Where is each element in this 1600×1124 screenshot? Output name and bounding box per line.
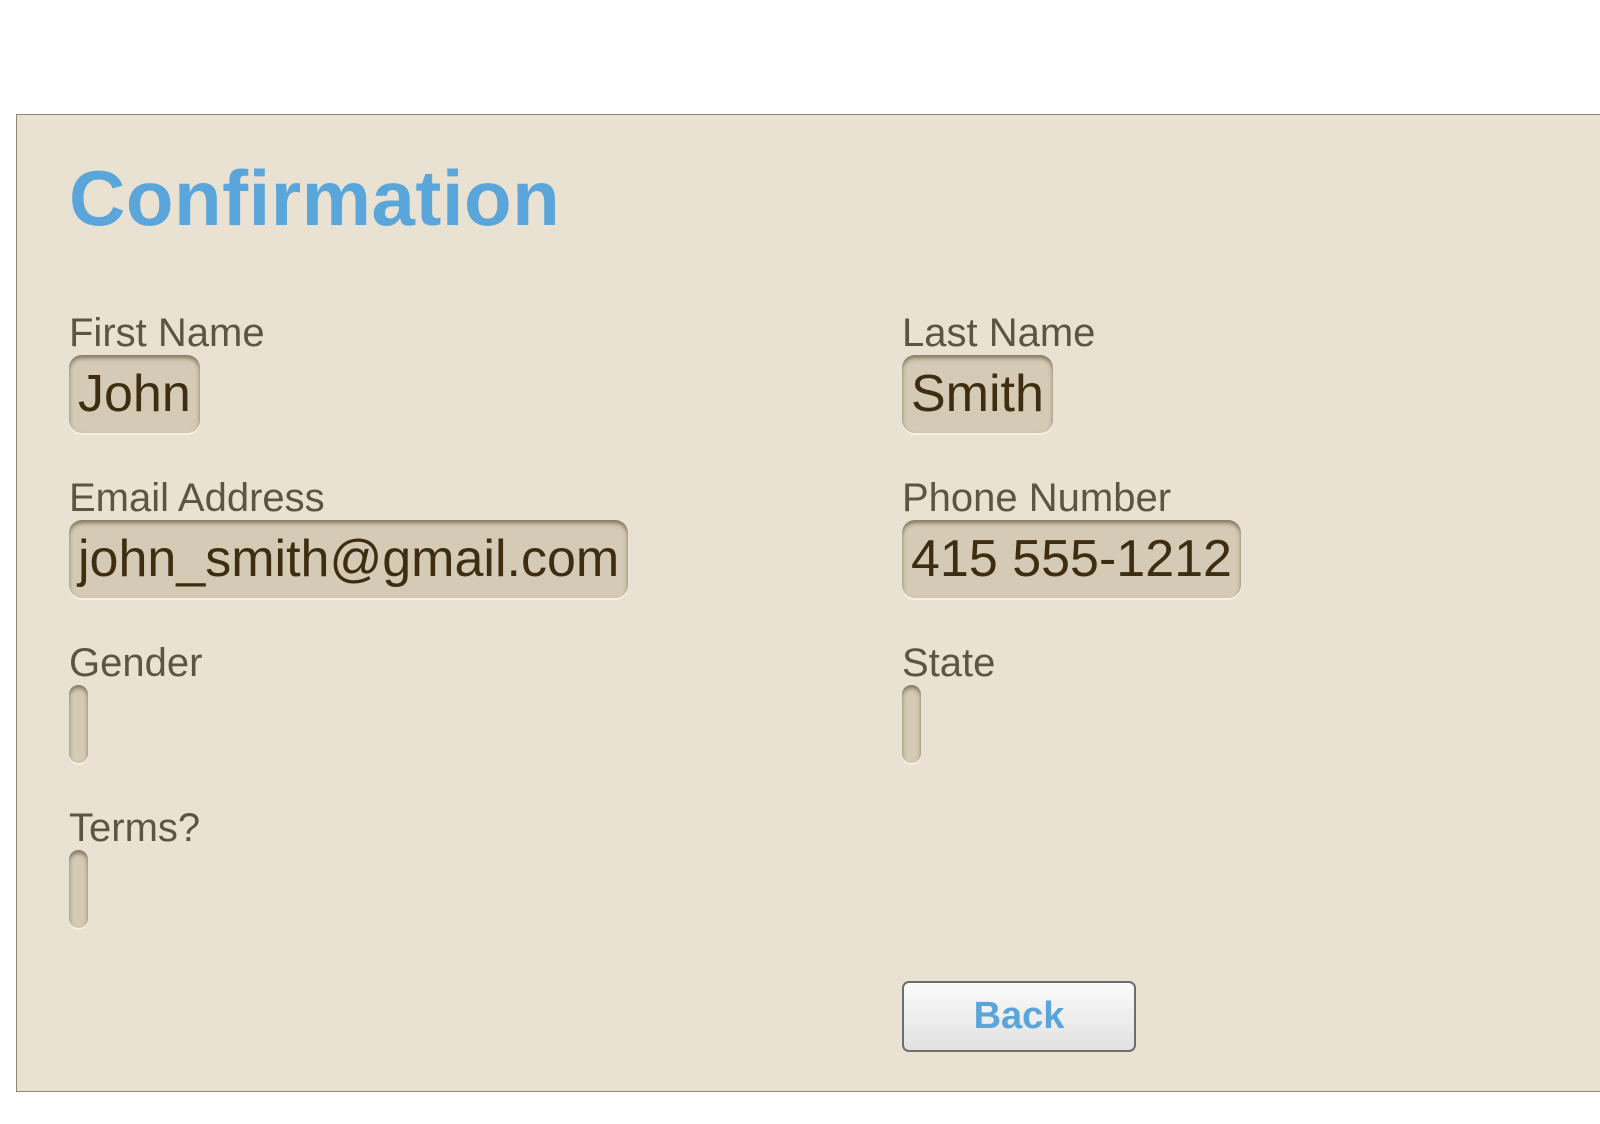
phone-field: Phone Number 415 555-1212 — [902, 476, 1241, 598]
state-value — [902, 685, 921, 763]
gender-field: Gender — [69, 641, 202, 768]
first-name-value: John — [69, 355, 200, 433]
confirmation-panel: Confirmation First Name John Last Name S… — [16, 114, 1600, 1092]
last-name-field: Last Name Smith — [902, 311, 1095, 433]
email-value: john_smith@gmail.com — [69, 520, 629, 598]
terms-value — [69, 850, 88, 928]
gender-value — [69, 685, 88, 763]
gender-label: Gender — [69, 641, 203, 685]
email-label: Email Address — [69, 476, 325, 520]
state-label: State — [902, 641, 996, 685]
phone-value: 415 555-1212 — [902, 520, 1241, 598]
state-field: State — [902, 641, 995, 768]
terms-label: Terms? — [69, 806, 201, 850]
last-name-value: Smith — [902, 355, 1053, 433]
phone-label: Phone Number — [902, 476, 1172, 520]
terms-field: Terms? — [69, 806, 200, 933]
last-name-label: Last Name — [902, 311, 1096, 355]
back-button[interactable]: Back — [902, 981, 1136, 1052]
first-name-field: First Name John — [69, 311, 265, 433]
page-title: Confirmation — [69, 154, 561, 242]
email-field: Email Address john_smith@gmail.com — [69, 476, 629, 598]
first-name-label: First Name — [69, 311, 265, 355]
